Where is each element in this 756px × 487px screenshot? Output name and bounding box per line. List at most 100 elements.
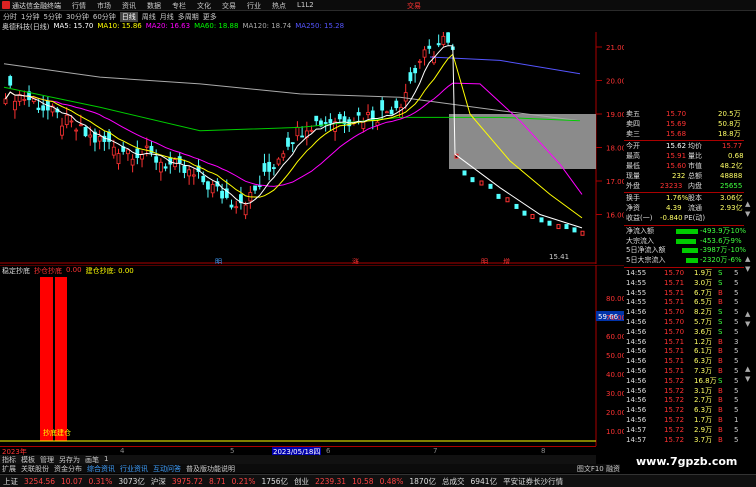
side-arrow-icon[interactable]: ▼ <box>745 375 753 383</box>
candle <box>384 111 389 114</box>
candle <box>243 204 248 216</box>
price-axis-label: 17.00 <box>606 178 624 186</box>
index-pct: 0.21% <box>231 476 256 486</box>
candle <box>158 161 163 173</box>
time-axis-tick: 7 <box>433 447 438 455</box>
tab[interactable]: 另存为 <box>59 455 80 464</box>
menu-item[interactable]: 热点 <box>272 1 297 11</box>
price-axis-label: 19.00 <box>606 111 624 119</box>
tick-row: 14:56 15.70 3.6万 S 5 <box>626 327 739 336</box>
index-pct: 0.31% <box>88 476 113 486</box>
side-arrow-icon[interactable]: ▼ <box>745 265 753 273</box>
period-tab-active[interactable]: 日线 <box>119 12 138 22</box>
index-change: 8.71 <box>208 476 226 486</box>
side-arrow-icon[interactable]: ▲ <box>745 200 753 208</box>
quote-field-row: 最低 15.60 市值 48.2亿 <box>626 161 743 170</box>
candle <box>74 129 79 132</box>
menu-item[interactable]: L1L2 <box>297 1 322 11</box>
info-tab[interactable]: 资金分布 <box>54 464 82 473</box>
period-tab[interactable]: 5分钟 <box>43 12 61 22</box>
quote-field-row: 今开 15.62 均价 15.77 <box>626 142 743 151</box>
ma60-label: MA60: 18.88 <box>194 22 239 30</box>
flow-row: 大宗流入 -453.6万 -9% <box>626 236 742 245</box>
index-value: 3975.72 <box>171 476 203 486</box>
tick-row: 14:56 15.72 1.7万 B 1 <box>626 415 739 424</box>
side-arrow-icon[interactable]: ▲ <box>745 310 753 318</box>
price-axis-label: 16.00 <box>606 212 624 220</box>
tab[interactable]: 画笔 <box>85 455 99 464</box>
info-tab[interactable]: 行业资讯 <box>120 464 148 473</box>
side-arrow-icon[interactable]: ▲ <box>745 365 753 373</box>
quote-panel: 卖五 15.70 20.5万 卖四 15.69 50.8万 卖三 15.68 18.8万 今… <box>624 110 746 445</box>
candlestick-chart[interactable]: 21.00 20.00 19.00 18.00 17.00 16.00 15.41 明 涨… <box>0 32 624 264</box>
period-tab[interactable]: 多周期 <box>178 12 199 22</box>
candle <box>3 98 8 105</box>
index-amount: 1870亿 <box>409 476 436 486</box>
menu-item[interactable]: 文化 <box>197 1 222 11</box>
info-tab[interactable]: 扩展 <box>2 464 16 473</box>
menu-item[interactable]: 交易 <box>222 1 247 11</box>
index-label[interactable]: 创业 <box>294 476 309 487</box>
tick-row: 14:56 15.71 1.2万 B 3 <box>626 337 739 346</box>
candle <box>356 112 361 116</box>
candle <box>488 183 493 189</box>
menu-item[interactable]: 行业 <box>247 1 272 11</box>
candle <box>154 156 159 163</box>
f10-link[interactable]: 图文F10 融资 <box>577 464 620 473</box>
index-label[interactable]: 沪深 <box>151 476 166 487</box>
period-tab[interactable]: 60分钟 <box>93 12 116 22</box>
candle <box>522 210 527 216</box>
candle <box>281 153 286 158</box>
index-value: 3254.56 <box>24 476 56 486</box>
candle <box>163 166 168 169</box>
menu-item[interactable]: 专栏 <box>172 1 197 11</box>
indicator-axis-label: 50.00 <box>606 352 624 360</box>
tab[interactable]: 模板 <box>21 455 35 464</box>
menu-item[interactable]: 资讯 <box>122 1 147 11</box>
period-tab[interactable]: 30分钟 <box>66 12 89 22</box>
candle <box>276 158 281 165</box>
menu-item[interactable]: 市场 <box>97 1 122 11</box>
candle <box>229 204 234 208</box>
info-tab[interactable]: 综合资讯 <box>87 464 115 473</box>
signal-bar <box>55 277 67 441</box>
menu-item[interactable]: 数据 <box>147 1 172 11</box>
index-label[interactable]: 上证 <box>3 476 18 487</box>
candle <box>337 114 342 120</box>
info-tab[interactable]: 关联股份 <box>21 464 49 473</box>
info-tab[interactable]: 互动问答 <box>153 464 181 473</box>
indicator-chart[interactable]: 抄底建仓 59.66 80.0070.0060.0050.0040.0030.0… <box>0 265 624 446</box>
tick-row: 14:56 15.72 6.3万 B 5 <box>626 406 739 415</box>
side-arrow-icon[interactable]: ▼ <box>745 320 753 328</box>
candle <box>286 137 290 147</box>
index-pct: 0.48% <box>379 476 404 486</box>
tick-list[interactable]: 14:55 15.70 1.9万 S 5 14:55 15.71 3.0万 S 5 14:55 15.… <box>624 269 744 445</box>
index-change: 10.58 <box>352 476 374 486</box>
tab[interactable]: 管理 <box>40 455 54 464</box>
status-bar: 上证 3254.56 10.07 0.31% 3073亿 沪深 3975.72 … <box>0 474 756 487</box>
tab[interactable]: 1 <box>104 455 108 464</box>
trade-button[interactable]: 交易 <box>407 1 421 11</box>
candle <box>328 119 333 124</box>
side-arrow-icon[interactable]: ▲ <box>745 255 753 263</box>
ma10-label: MA10: 15.86 <box>97 22 142 30</box>
tab[interactable]: 指标 <box>2 455 16 464</box>
candle <box>300 135 305 138</box>
period-tab[interactable]: 更多 <box>203 12 217 22</box>
period-tab[interactable]: 月线 <box>160 12 174 22</box>
info-tab[interactable]: 普及版功能说明 <box>186 464 235 473</box>
candle <box>394 100 399 109</box>
tick-row: 14:56 15.72 2.7万 B 5 <box>626 396 739 405</box>
menu-item[interactable]: 行情 <box>72 1 97 11</box>
side-arrow-icon[interactable]: ▼ <box>745 210 753 218</box>
candle <box>262 163 267 172</box>
tick-row: 14:55 15.71 6.5万 B 5 <box>626 298 739 307</box>
period-tab[interactable]: 分时 <box>3 12 17 22</box>
period-tab[interactable]: 1分钟 <box>21 12 39 22</box>
ask-row: 卖五 15.70 20.5万 <box>626 110 741 118</box>
watermark: www.7gpzb.com <box>636 455 738 468</box>
candle <box>220 190 224 199</box>
candle <box>309 129 314 132</box>
period-tab[interactable]: 周线 <box>142 12 156 22</box>
tick-row: 14:56 15.70 5.7万 S 5 <box>626 317 739 326</box>
